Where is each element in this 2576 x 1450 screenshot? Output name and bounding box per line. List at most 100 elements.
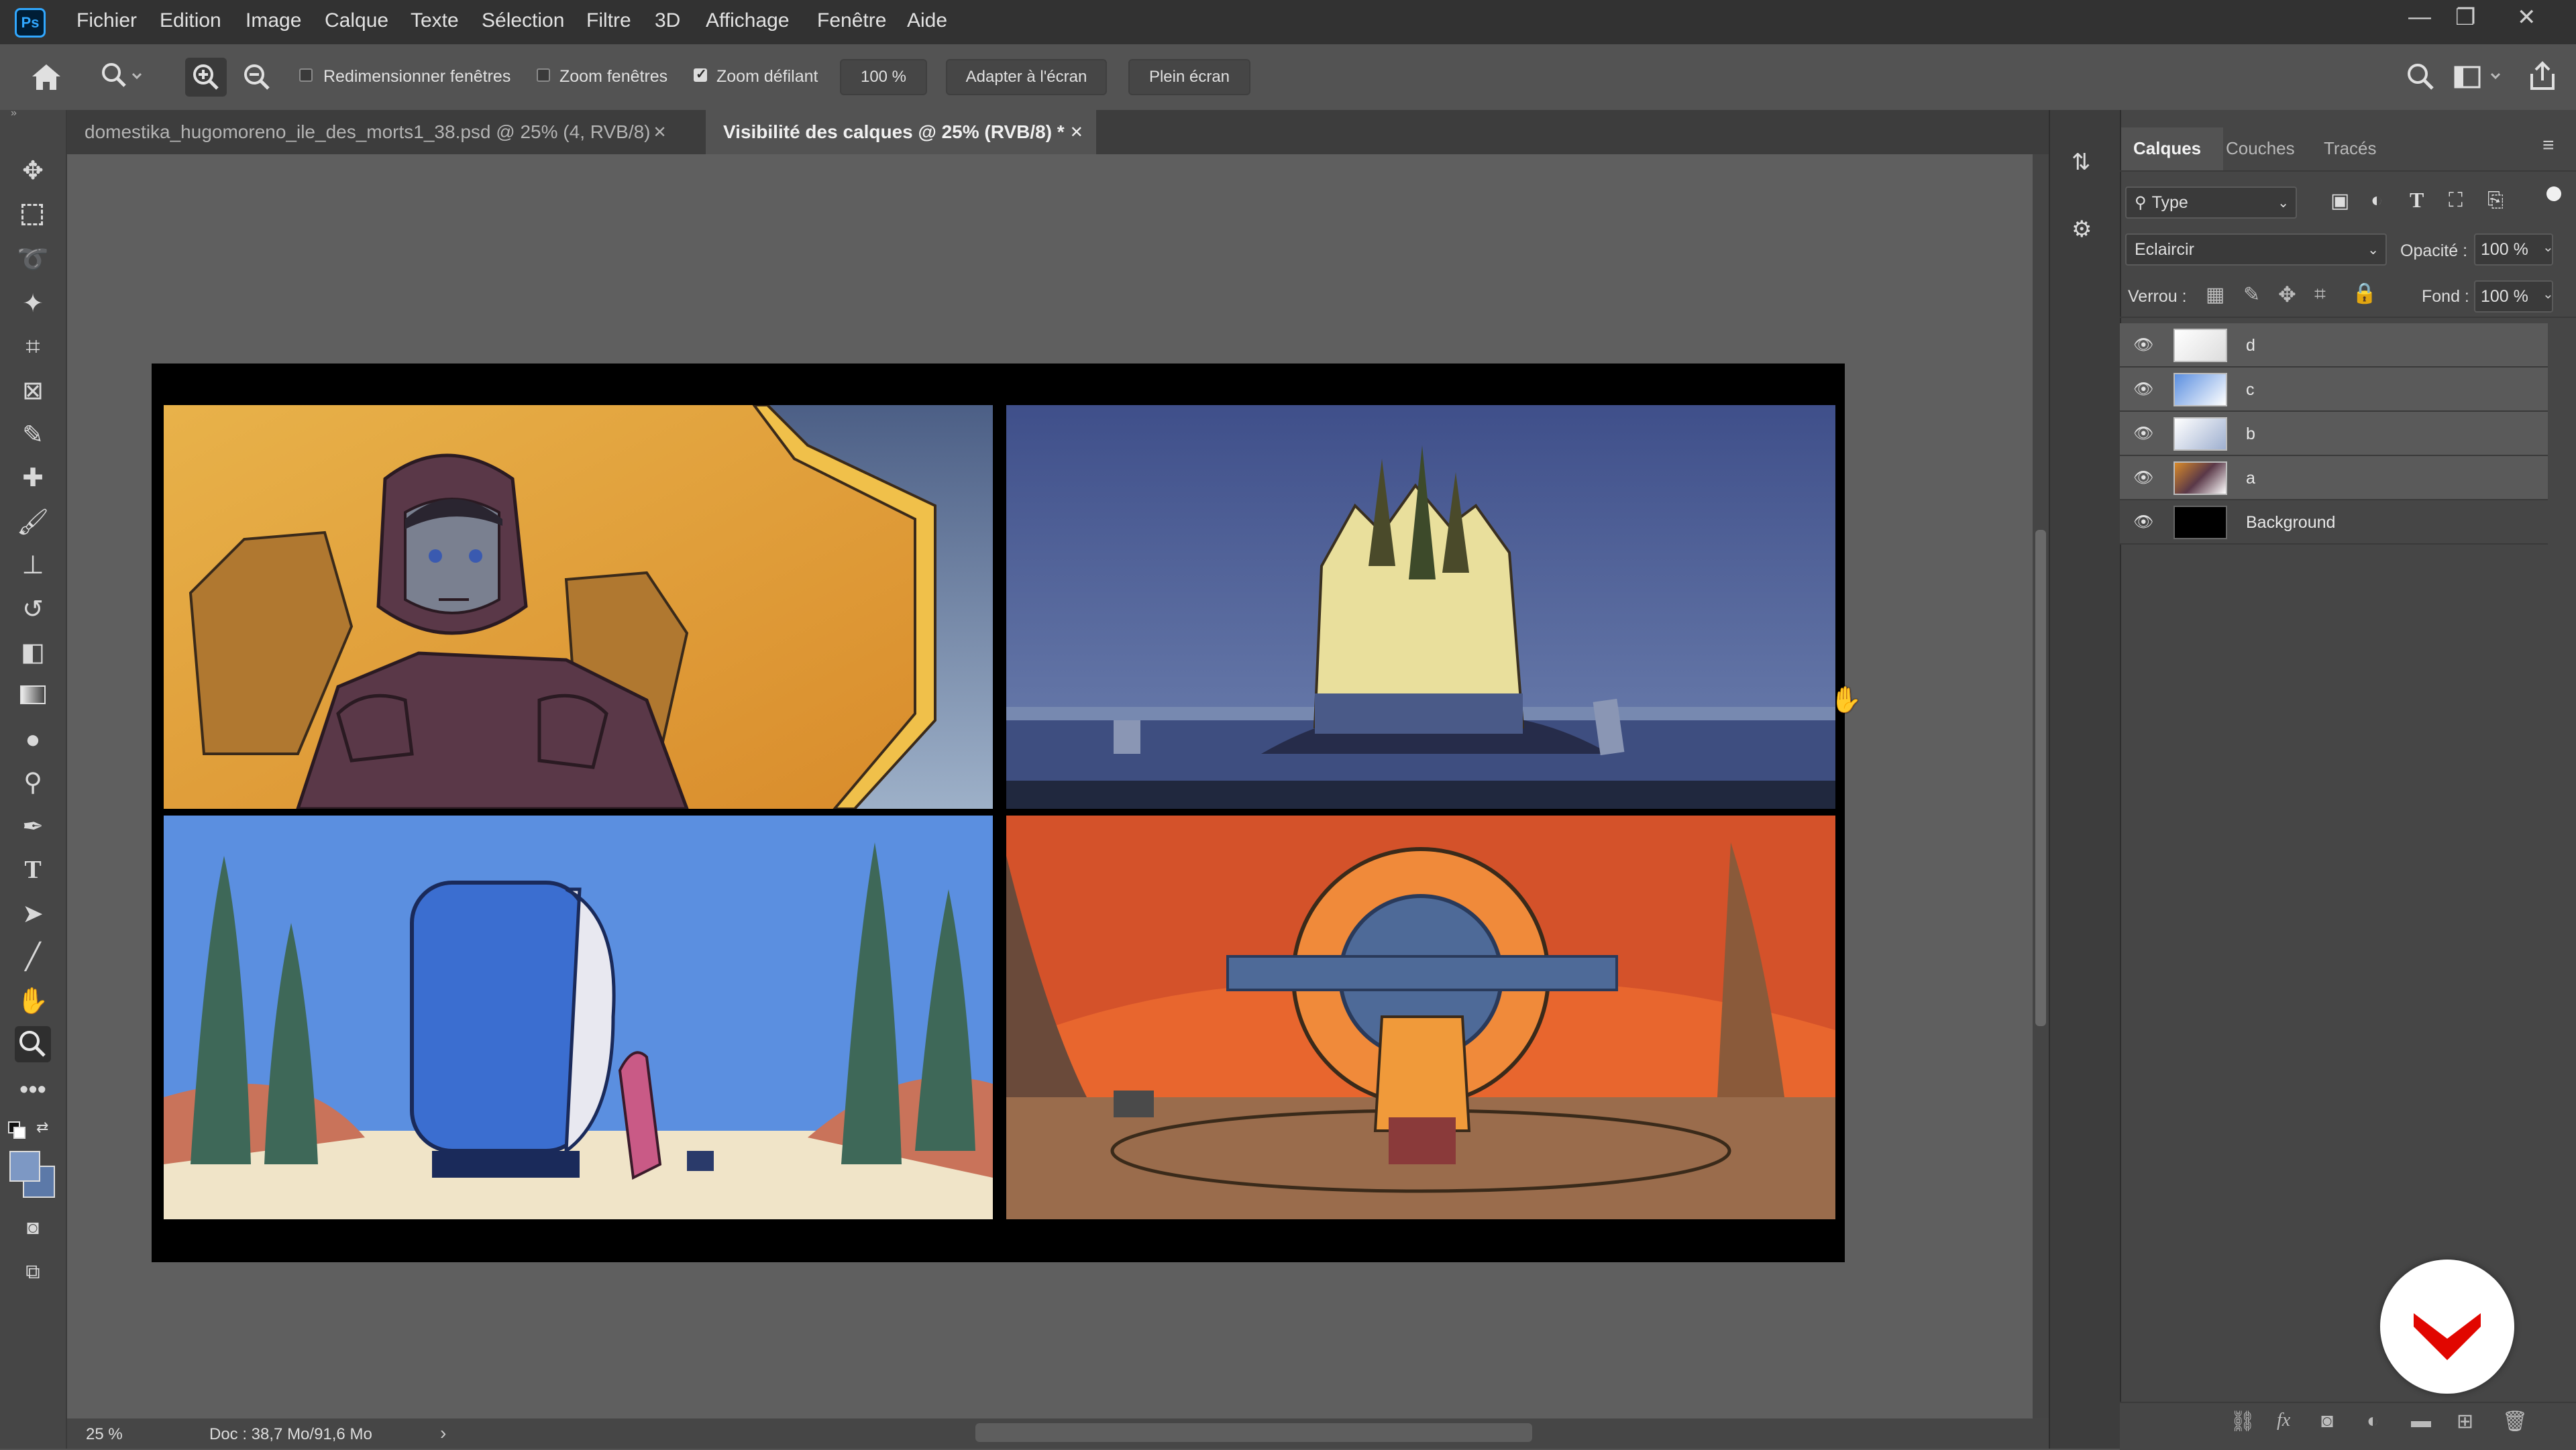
eyedropper-tool-icon[interactable]: ✎ xyxy=(15,417,51,453)
panel-menu-icon[interactable]: ≡ xyxy=(2542,134,2555,157)
layer-style-fx-icon[interactable]: fx xyxy=(2277,1410,2290,1431)
more-tools-icon[interactable]: ••• xyxy=(15,1072,51,1108)
minimize-button[interactable]: — xyxy=(2408,4,2431,30)
zoom-tool-preset-icon[interactable] xyxy=(99,60,142,93)
lasso-tool-icon[interactable]: ➰ xyxy=(15,241,51,278)
screen-mode-icon[interactable]: ⧉ xyxy=(15,1254,51,1290)
opacity-chevron-icon[interactable]: ⌄ xyxy=(2542,239,2554,256)
add-mask-icon[interactable]: ◙ xyxy=(2321,1410,2333,1433)
menu-aide[interactable]: Aide xyxy=(907,9,947,32)
tab-calques[interactable]: Calques xyxy=(2133,138,2201,159)
visibility-eye-icon[interactable]: 👁 xyxy=(2133,514,2153,531)
share-icon[interactable] xyxy=(2526,59,2559,93)
resize-windows-checkbox[interactable] xyxy=(299,68,313,82)
menu-3d[interactable]: 3D xyxy=(655,9,680,32)
menu-texte[interactable]: Texte xyxy=(411,9,459,32)
blur-tool-icon[interactable]: ● xyxy=(15,722,51,758)
zoom-in-button[interactable] xyxy=(185,58,227,97)
visibility-eye-icon[interactable]: 👁 xyxy=(2133,425,2153,443)
collapse-toolbar-icon[interactable]: » xyxy=(11,107,17,119)
menu-calque[interactable]: Calque xyxy=(325,9,388,32)
type-tool-icon[interactable]: T xyxy=(15,852,51,888)
home-icon[interactable] xyxy=(30,62,63,93)
lock-all-icon[interactable]: 🔒 xyxy=(2352,282,2377,305)
pen-tool-icon[interactable]: ✒ xyxy=(15,809,51,845)
full-screen-button[interactable]: Plein écran xyxy=(1128,59,1250,95)
zoom-level[interactable]: 25 % xyxy=(86,1425,123,1444)
layer-filter-dropdown[interactable]: ⚲ Type ⌄ xyxy=(2125,186,2297,219)
layer-row-c[interactable]: 👁 c xyxy=(2120,368,2548,412)
zoom-percent-field[interactable]: 100 % xyxy=(840,59,927,95)
zoom-out-icon[interactable] xyxy=(236,58,278,97)
adjustment-layer-icon[interactable]: ◐ xyxy=(2367,1410,2379,1433)
quick-mask-icon[interactable]: ◙ xyxy=(15,1210,51,1246)
search-icon[interactable] xyxy=(2404,60,2438,94)
move-tool-icon[interactable]: ✥ xyxy=(15,153,51,189)
lock-position-icon[interactable]: ✥ xyxy=(2278,282,2296,307)
close-tab-2-icon[interactable]: ✕ xyxy=(1070,123,1083,142)
scrubby-zoom-checkbox[interactable] xyxy=(694,66,707,82)
link-layers-icon[interactable]: ⛓ xyxy=(2230,1410,2255,1433)
new-group-icon[interactable]: ▬ xyxy=(2411,1410,2431,1433)
history-brush-tool-icon[interactable]: ↺ xyxy=(15,592,51,628)
filter-adjustment-icon[interactable]: ◐ xyxy=(2371,189,2383,212)
filter-type-icon[interactable]: T xyxy=(2410,188,2424,213)
tab-traces[interactable]: Tracés xyxy=(2324,138,2377,159)
path-selection-tool-icon[interactable]: ➤ xyxy=(15,896,51,932)
eraser-tool-icon[interactable]: ◧ xyxy=(15,634,51,671)
lock-artboard-icon[interactable]: ⌗ xyxy=(2314,283,2326,306)
delete-layer-icon[interactable]: 🗑 xyxy=(2502,1410,2528,1433)
new-layer-icon[interactable]: ⊞ xyxy=(2457,1410,2473,1433)
fill-chevron-icon[interactable]: ⌄ xyxy=(2542,286,2554,302)
document-tab-2[interactable]: Visibilité des calques @ 25% (RVB/8) * ✕ xyxy=(706,110,1096,154)
dodge-tool-icon[interactable]: ⚲ xyxy=(15,765,51,801)
clone-stamp-tool-icon[interactable]: ⊥ xyxy=(15,547,51,583)
foreground-color-swatch[interactable] xyxy=(9,1151,40,1182)
menu-image[interactable]: Image xyxy=(246,9,301,32)
menu-selection[interactable]: Sélection xyxy=(482,9,564,32)
visibility-eye-icon[interactable]: 👁 xyxy=(2133,381,2153,398)
layer-row-a[interactable]: 👁 a xyxy=(2120,456,2548,500)
healing-brush-tool-icon[interactable]: ✚ xyxy=(15,460,51,496)
layer-row-d[interactable]: 👁 d xyxy=(2120,323,2548,368)
workspace-icon[interactable] xyxy=(2453,63,2506,91)
lock-pixels-icon[interactable]: ✎ xyxy=(2243,283,2260,306)
restore-button[interactable]: ❐ xyxy=(2455,4,2475,31)
history-panel-icon[interactable]: ⇅ xyxy=(2072,149,2100,178)
opacity-field[interactable]: 100 % xyxy=(2474,233,2553,266)
menu-filtre[interactable]: Filtre xyxy=(586,9,631,32)
close-window-button[interactable]: ✕ xyxy=(2517,4,2536,31)
line-tool-icon[interactable]: ╱ xyxy=(15,939,51,975)
menu-edition[interactable]: Edition xyxy=(160,9,221,32)
zoom-windows-checkbox[interactable] xyxy=(537,68,550,82)
layer-row-b[interactable]: 👁 b xyxy=(2120,412,2548,456)
filter-toggle-icon[interactable] xyxy=(2546,186,2561,201)
filter-shape-icon[interactable]: ⛶ xyxy=(2449,189,2463,212)
layer-row-background[interactable]: 👁 Background xyxy=(2120,500,2548,545)
marquee-tool-icon[interactable] xyxy=(15,197,51,233)
menu-fichier[interactable]: Fichier xyxy=(76,9,137,32)
blend-mode-dropdown[interactable]: Eclaircir ⌄ xyxy=(2125,233,2387,266)
horizontal-scrollbar-thumb[interactable] xyxy=(975,1423,1532,1442)
swap-colors-icon[interactable]: ⇄ xyxy=(36,1119,48,1136)
menu-affichage[interactable]: Affichage xyxy=(706,9,790,32)
zoom-tool-icon[interactable] xyxy=(15,1026,51,1062)
fill-field[interactable]: 100 % xyxy=(2474,280,2553,313)
fit-screen-button[interactable]: Adapter à l'écran xyxy=(946,59,1107,95)
hand-tool-icon[interactable]: ✋ xyxy=(15,983,51,1019)
document-tab-1[interactable]: domestika_hugomoreno_ile_des_morts1_38.p… xyxy=(67,110,704,154)
properties-panel-icon[interactable]: ⚙ xyxy=(2072,216,2100,245)
close-tab-1-icon[interactable]: ✕ xyxy=(653,123,667,142)
gradient-tool-icon[interactable] xyxy=(15,677,51,714)
menu-fenetre[interactable]: Fenêtre xyxy=(817,9,886,32)
visibility-eye-icon[interactable]: 👁 xyxy=(2133,469,2153,487)
default-colors-icon[interactable] xyxy=(8,1121,25,1139)
visibility-eye-icon[interactable]: 👁 xyxy=(2133,337,2153,354)
filter-pixel-icon[interactable]: ▣ xyxy=(2330,189,2349,213)
frame-tool-icon[interactable]: ⊠ xyxy=(15,373,51,409)
lock-transparent-icon[interactable]: ▦ xyxy=(2206,283,2224,306)
crop-tool-icon[interactable]: ⌗ xyxy=(15,329,51,365)
status-menu-arrow[interactable]: › xyxy=(440,1423,446,1444)
magic-wand-tool-icon[interactable]: ✦ xyxy=(15,286,51,322)
tab-couches[interactable]: Couches xyxy=(2226,138,2295,159)
